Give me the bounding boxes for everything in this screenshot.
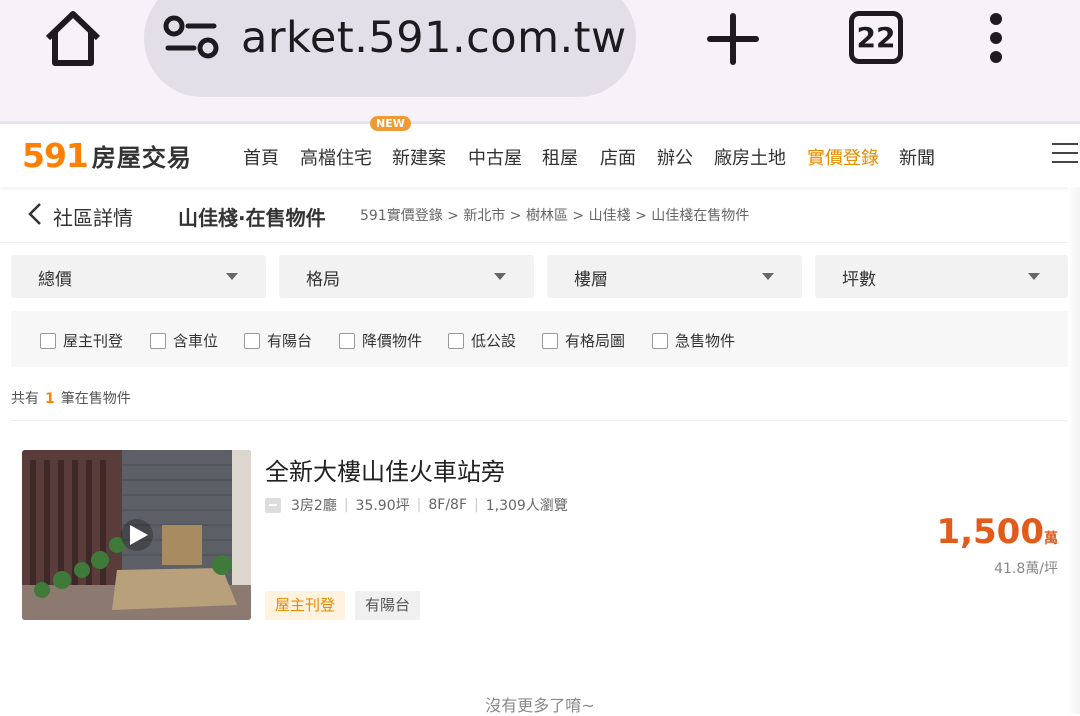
- checkbox-urgent-sale[interactable]: 急售物件: [652, 330, 735, 351]
- nav-item-used[interactable]: 中古屋: [468, 144, 522, 170]
- filter-area[interactable]: 坪數: [815, 255, 1068, 298]
- address-bar[interactable]: arket.591.com.tw: [144, 0, 636, 97]
- tag-balcony: 有陽台: [355, 591, 421, 620]
- nav-item-office[interactable]: 辦公: [657, 144, 693, 170]
- page-edge-shadow: [1068, 187, 1080, 714]
- listing-floor: 8F/8F: [428, 497, 467, 513]
- checkbox[interactable]: [652, 332, 668, 349]
- new-tab-icon[interactable]: [706, 12, 760, 66]
- nav-item-news[interactable]: 新聞: [899, 144, 935, 170]
- site-header: 591 房屋交易 首頁 高檔住宅 新建案 中古屋 租屋 店面 辦公 廠房土地 實…: [0, 116, 1080, 187]
- checkbox-label: 有格局圖: [565, 332, 626, 350]
- nav-item-home[interactable]: 首頁: [243, 144, 279, 170]
- listing-size: 35.90坪: [355, 498, 410, 514]
- listing-title[interactable]: 全新大樓山佳火車站旁: [265, 452, 505, 487]
- listing-meta: 3房2廳 | 35.90坪 | 8F/8F | 1,309人瀏覽: [265, 495, 568, 515]
- checkbox-low-common-area[interactable]: 低公設: [448, 330, 516, 351]
- nav-item-shop[interactable]: 店面: [600, 144, 636, 170]
- filter-floor[interactable]: 樓層: [547, 255, 802, 298]
- page-header: 社區詳情 山佳棧·在售物件 591實價登錄 > 新北市 > 樹林區 > 山佳棧 …: [0, 188, 1080, 243]
- price-unit: 萬: [1044, 531, 1058, 547]
- more-options-icon[interactable]: [984, 12, 1008, 64]
- checkbox-label: 有陽台: [267, 332, 313, 350]
- back-arrow-icon[interactable]: [28, 202, 42, 226]
- logo-number: 591: [22, 135, 89, 175]
- logo-text: 房屋交易: [91, 143, 192, 172]
- checkbox-label: 急售物件: [675, 332, 736, 350]
- tab-switcher-button[interactable]: 22: [849, 11, 903, 64]
- count-number: 1: [45, 391, 55, 407]
- nav-item-luxury[interactable]: 高檔住宅: [300, 144, 372, 170]
- filter-label: 格局: [306, 270, 340, 290]
- checkbox-filters: 屋主刊登 含車位 有陽台 降價物件 低公設 有格局圖 急售物件: [11, 311, 1068, 367]
- end-of-list-note: 沒有更多了唷~: [485, 696, 595, 715]
- tag-owner-listed: 屋主刊登: [265, 591, 346, 620]
- price-amount: 1,500: [936, 512, 1044, 552]
- checkbox-owner-listed[interactable]: 屋主刊登: [40, 330, 123, 351]
- new-badge: NEW: [370, 116, 411, 131]
- listing-views: 1,309人瀏覽: [485, 498, 568, 514]
- breadcrumb[interactable]: 591實價登錄 > 新北市 > 樹林區 > 山佳棧 > 山佳棧在售物件: [360, 205, 749, 225]
- chevron-down-icon: [494, 273, 506, 280]
- chevron-down-icon: [1028, 273, 1040, 280]
- nav-item-rent[interactable]: 租屋: [542, 144, 578, 170]
- checkbox-parking[interactable]: 含車位: [150, 330, 218, 351]
- home-icon[interactable]: [40, 8, 106, 68]
- checkbox[interactable]: [40, 332, 56, 349]
- filter-label: 坪數: [842, 270, 876, 290]
- checkbox-floor-plan[interactable]: 有格局圖: [542, 330, 625, 351]
- checkbox-label: 低公設: [471, 332, 517, 350]
- checkbox[interactable]: [150, 332, 166, 349]
- site-logo[interactable]: 591 房屋交易: [22, 135, 192, 175]
- site-settings-icon[interactable]: [162, 14, 222, 64]
- checkbox-balcony[interactable]: 有陽台: [244, 330, 312, 351]
- nav-item-price-record[interactable]: 實價登錄: [807, 144, 879, 170]
- chevron-down-icon: [762, 273, 774, 280]
- listing-unit-price: 41.8萬/坪: [994, 561, 1058, 577]
- result-count: 共有 1 筆在售物件: [11, 388, 131, 408]
- nav-item-new-build[interactable]: 新建案: [392, 144, 446, 170]
- checkbox-price-drop[interactable]: 降價物件: [339, 330, 422, 351]
- filter-layout[interactable]: 格局: [279, 255, 534, 298]
- layout-icon: [265, 497, 281, 513]
- listing-price: 1,500萬: [936, 512, 1058, 552]
- filter-label: 樓層: [574, 270, 608, 290]
- separator: |: [474, 497, 479, 513]
- checkbox[interactable]: [244, 332, 260, 349]
- checkbox[interactable]: [448, 332, 464, 349]
- divider: [11, 420, 1068, 421]
- chevron-down-icon: [226, 273, 238, 280]
- separator: |: [416, 497, 422, 513]
- back-link[interactable]: 社區詳情: [53, 202, 133, 231]
- checkbox-label: 降價物件: [362, 332, 423, 350]
- page-title: 山佳棧·在售物件: [178, 206, 326, 230]
- checkbox[interactable]: [339, 332, 355, 349]
- filter-label: 總價: [38, 270, 72, 290]
- filter-total-price[interactable]: 總價: [11, 255, 266, 298]
- checkbox-label: 含車位: [173, 332, 219, 350]
- count-suffix: 筆在售物件: [60, 391, 131, 407]
- checkbox[interactable]: [542, 332, 558, 349]
- url-text[interactable]: arket.591.com.tw: [241, 13, 627, 63]
- hamburger-menu-icon[interactable]: [1052, 142, 1078, 164]
- listing-card[interactable]: 全新大樓山佳火車站旁 3房2廳 | 35.90坪 | 8F/8F | 1,309…: [22, 450, 1068, 622]
- count-prefix: 共有: [11, 391, 39, 407]
- nav-item-factory-land[interactable]: 廠房土地: [714, 144, 786, 170]
- listing-layout: 3房2廳: [291, 498, 337, 514]
- separator: |: [343, 497, 349, 513]
- browser-toolbar: arket.591.com.tw 22: [0, 0, 1080, 121]
- listing-photo[interactable]: [22, 450, 251, 620]
- checkbox-label: 屋主刊登: [63, 332, 124, 350]
